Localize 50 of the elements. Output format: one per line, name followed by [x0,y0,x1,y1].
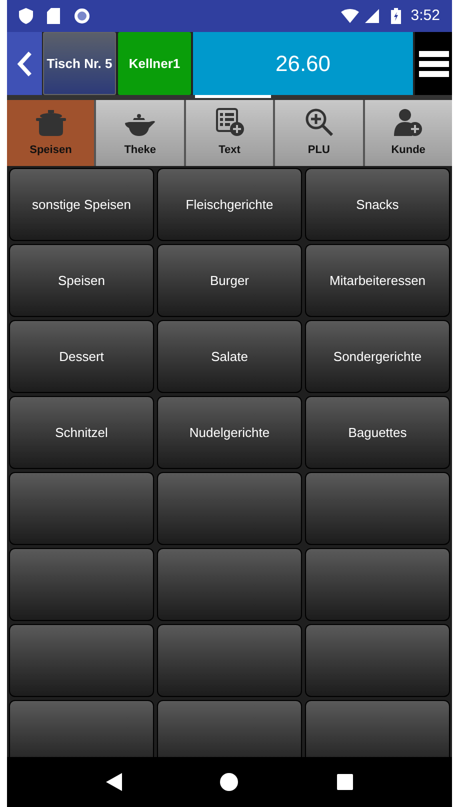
menu-button[interactable] [415,32,452,95]
category-tab[interactable]: PLU [275,100,363,166]
teapot-icon [125,114,156,136]
category-button[interactable]: Baguettes [305,396,450,469]
category-button[interactable]: Speisen [9,244,154,317]
empty-button[interactable] [9,472,154,545]
shield-icon [19,8,33,24]
person-plus-icon [394,108,422,136]
empty-button[interactable] [305,548,450,621]
category-button[interactable]: Mitarbeiteressen [305,244,450,317]
category-tab[interactable]: Text [186,100,274,166]
record-icon [74,8,90,24]
back-icon [16,50,32,76]
category-tab[interactable]: Kunde [364,100,452,166]
recents-icon[interactable] [336,774,353,790]
back-button[interactable] [7,32,42,95]
zoom-in-icon [304,108,333,136]
menu-icon [418,50,448,76]
category-button[interactable]: Fleischgerichte [157,168,302,241]
pot-icon [36,110,66,136]
wifi-icon [340,9,359,23]
home-icon[interactable] [220,773,238,791]
waiter-button[interactable]: Kellner1 [118,32,191,95]
empty-button[interactable] [9,548,154,621]
empty-button[interactable] [157,472,302,545]
empty-button[interactable] [9,624,154,697]
list-plus-icon [216,108,244,136]
empty-button[interactable] [305,472,450,545]
category-button[interactable]: Snacks [305,168,450,241]
empty-button[interactable] [157,624,302,697]
empty-button[interactable] [305,700,450,757]
category-tab[interactable]: Theke [96,100,184,166]
category-button[interactable]: Burger [157,244,302,317]
empty-button[interactable] [9,700,154,757]
clock: 3:52 [410,6,440,26]
category-button[interactable]: Schnitzel [9,396,154,469]
empty-button[interactable] [305,624,450,697]
table-button[interactable]: Tisch Nr. 5 [43,32,116,95]
sd-card-icon [47,8,60,24]
category-button[interactable]: Nudelgerichte [157,396,302,469]
category-button[interactable]: Sondergerichte [305,320,450,393]
back-icon[interactable] [106,773,122,791]
empty-button[interactable] [157,700,302,757]
battery-icon [390,8,401,24]
category-button[interactable]: sonstige Speisen [9,168,154,241]
category-button[interactable]: Dessert [9,320,154,393]
total-display: 26.60 [193,32,413,95]
signal-icon [364,9,379,23]
empty-button[interactable] [157,548,302,621]
category-button[interactable]: Salate [157,320,302,393]
